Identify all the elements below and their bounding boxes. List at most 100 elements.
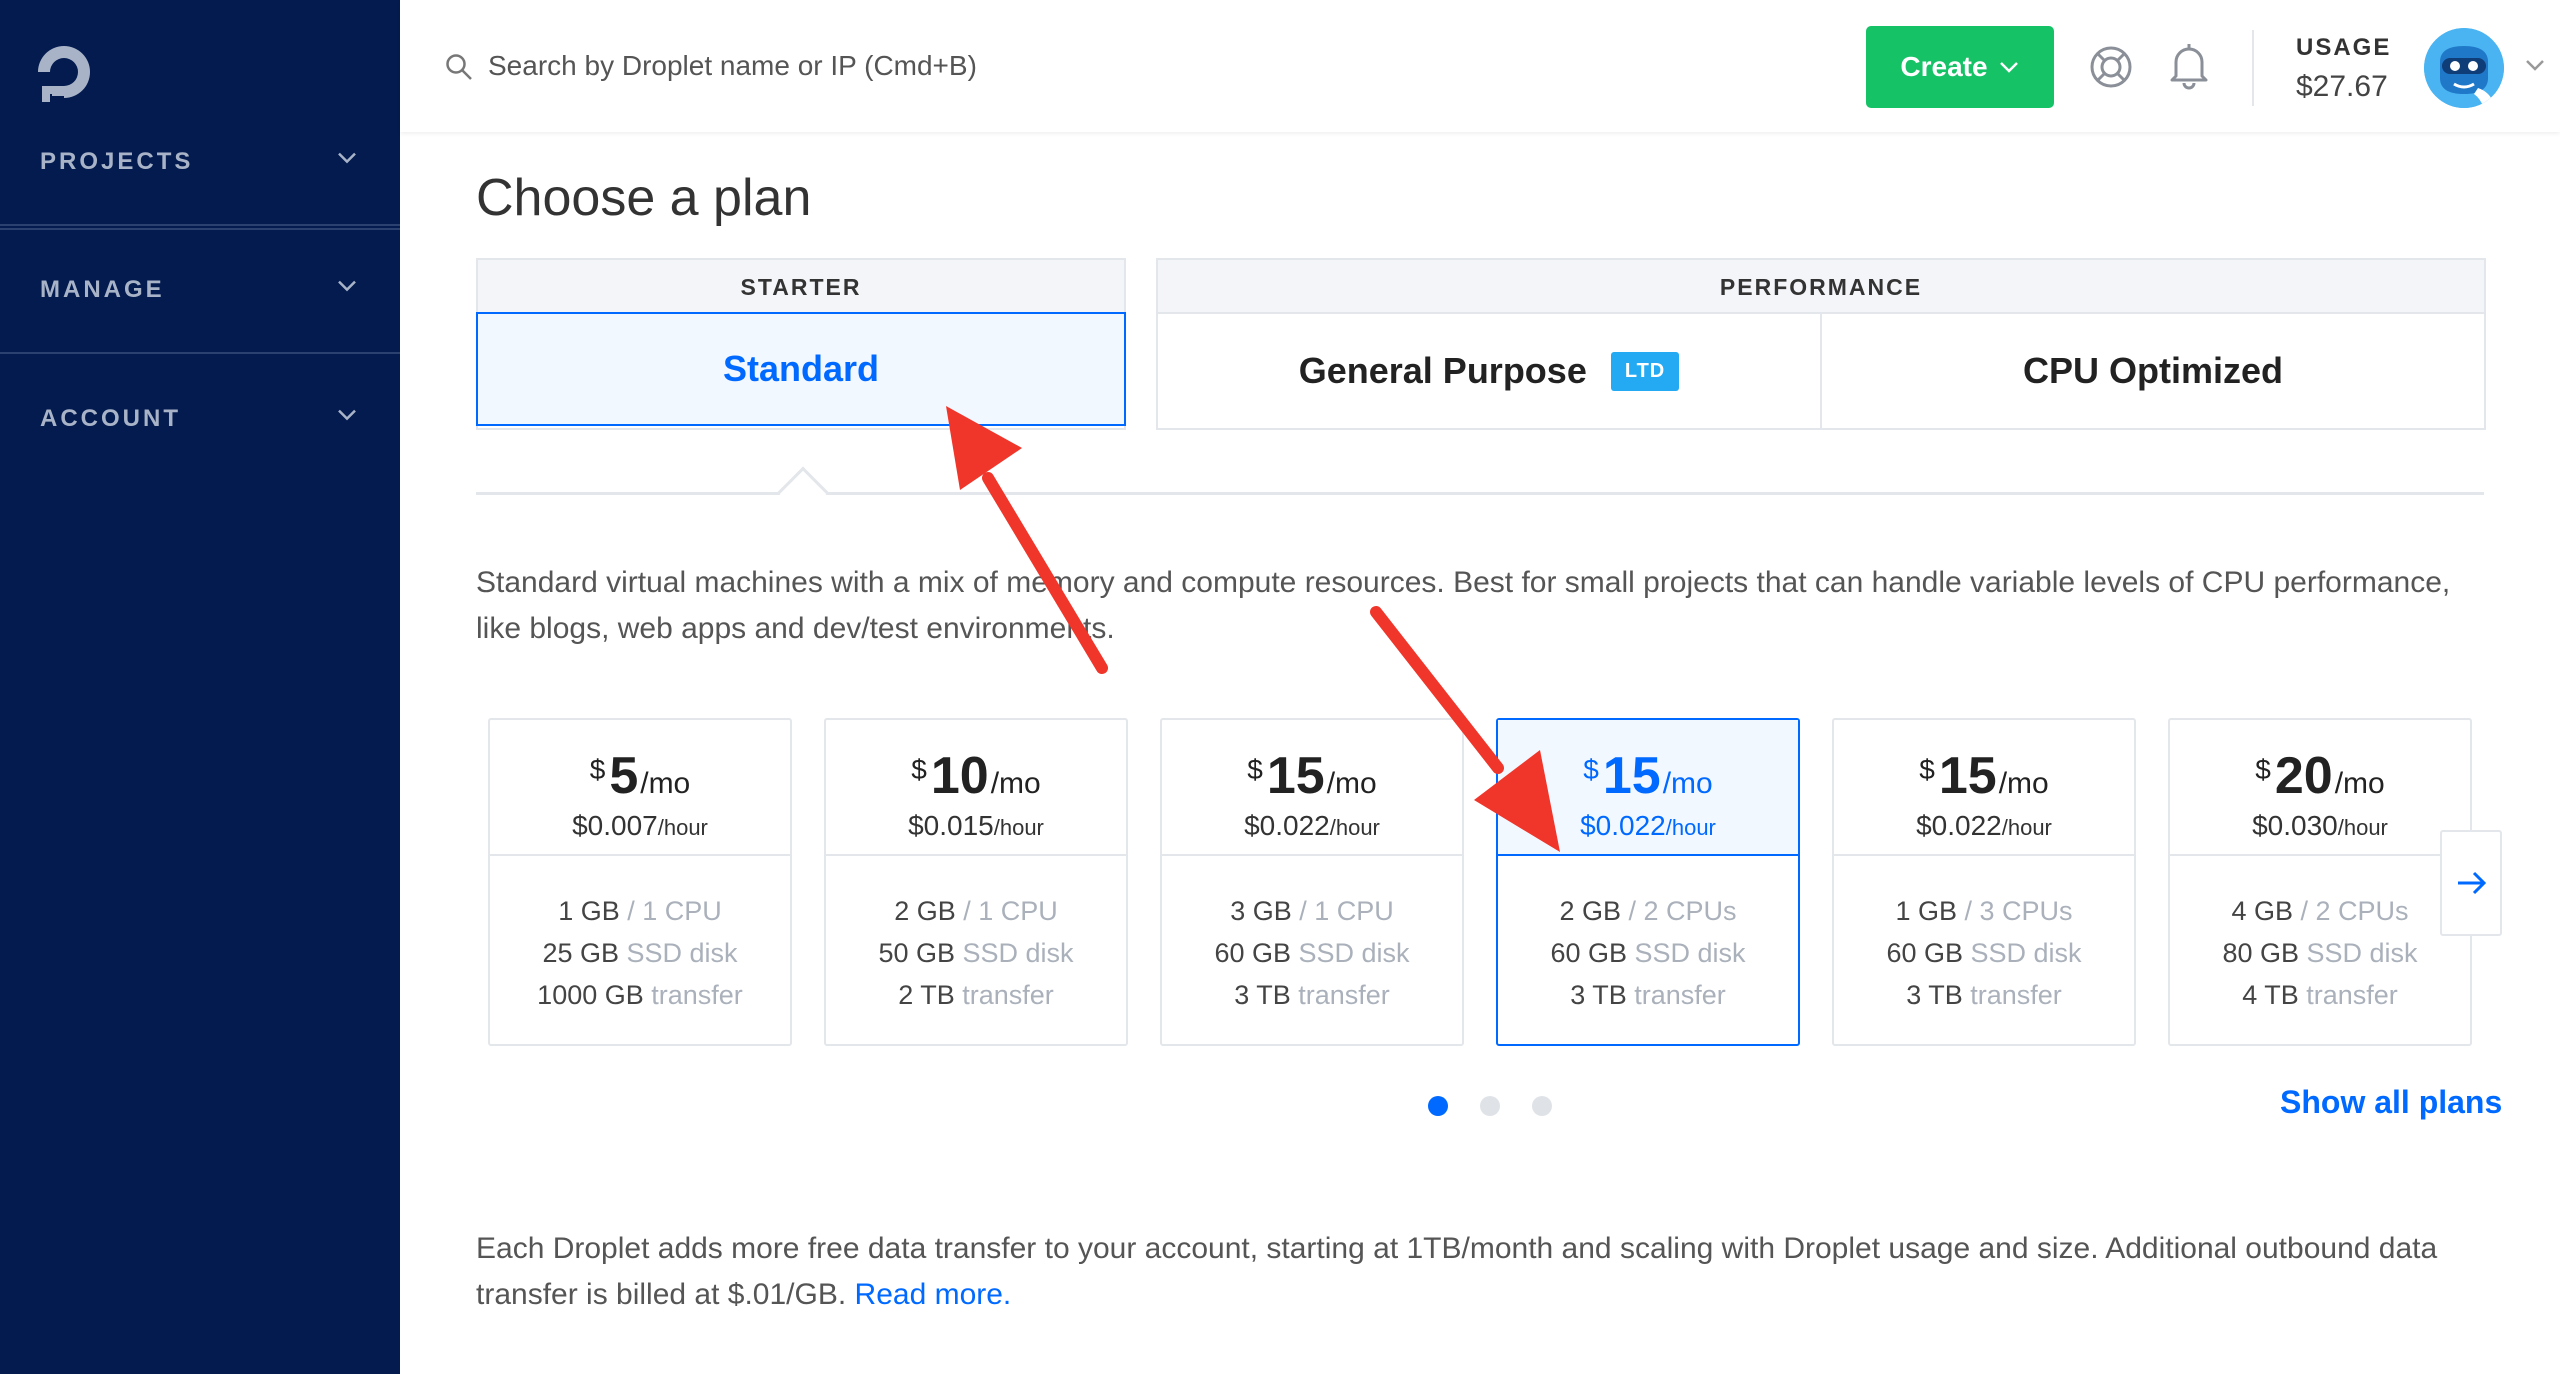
avatar[interactable] (2424, 28, 2504, 108)
create-button[interactable]: Create (1866, 26, 2054, 108)
pagination-dot-1[interactable] (1428, 1096, 1448, 1116)
plan-group-starter: STARTER Standard (476, 258, 1126, 430)
plan-transfer-label: transfer (1634, 980, 1726, 1010)
next-plans-button[interactable] (2440, 830, 2502, 936)
sidebar-item-label: PROJECTS (40, 148, 194, 175)
tab-label: CPU Optimized (2022, 350, 2283, 391)
divider (0, 228, 400, 230)
digitalocean-logo-icon[interactable] (36, 40, 100, 104)
plan-transfer: 1000 GB (537, 980, 644, 1010)
price-period: /mo (2334, 767, 2385, 800)
pagination-dot-3[interactable] (1532, 1096, 1552, 1116)
plan-cpu: / 3 CPUs (1964, 896, 2073, 926)
plan-disk-label: SSD disk (1634, 938, 1746, 968)
monthly-price: 10 (930, 747, 989, 805)
hourly-price: $0.030 (2252, 810, 2338, 841)
plan-disk-label: SSD disk (1298, 938, 1410, 968)
plan-transfer-label: transfer (2306, 980, 2398, 1010)
plan-disk: 25 GB (542, 938, 619, 968)
show-all-plans-link[interactable]: Show all plans (2280, 1084, 2502, 1121)
price-period: /mo (1998, 767, 2049, 800)
plan-cpu: / 1 CPU (627, 896, 722, 926)
plan-specs: 3 GB / 1 CPU 60 GB SSD disk 3 TB transfe… (1162, 856, 1462, 1016)
plan-group-header: STARTER (478, 260, 1124, 314)
currency-symbol: $ (589, 754, 606, 785)
currency-symbol: $ (1919, 754, 1935, 785)
plan-card[interactable]: $15/mo $0.022/hour 3 GB / 1 CPU 60 GB SS… (1160, 718, 1464, 1046)
sidebar-item-account[interactable]: ACCOUNT (0, 356, 400, 482)
monthly-price: 20 (2274, 747, 2333, 805)
chevron-down-icon (338, 409, 356, 421)
plan-card[interactable]: $5/mo $0.007/hour 1 GB / 1 CPU 25 GB SSD… (488, 718, 792, 1046)
tab-label: General Purpose (1298, 350, 1587, 391)
hourly-price: $0.022 (1580, 810, 1666, 841)
create-button-label: Create (1900, 51, 1988, 82)
plan-cpu: / 2 CPUs (1628, 896, 1737, 926)
topbar: Create USAGE $27.67 (400, 0, 2560, 132)
plan-disk: 60 GB (1886, 938, 1963, 968)
currency-symbol: $ (1583, 754, 1599, 785)
currency-symbol: $ (2255, 754, 2271, 785)
plan-transfer: 3 TB (1234, 980, 1291, 1010)
hourly-price: $0.015 (908, 810, 994, 841)
hourly-unit: /hour (657, 815, 708, 840)
search-icon (446, 54, 472, 80)
plan-disk: 60 GB (1214, 938, 1291, 968)
plan-disk-label: SSD disk (2306, 938, 2418, 968)
monthly-price: 15 (1938, 747, 1997, 805)
price-period: /mo (640, 767, 691, 800)
pagination-dots (1428, 1096, 1552, 1116)
tab-standard[interactable]: Standard (476, 312, 1126, 426)
currency-symbol: $ (1247, 754, 1263, 785)
plan-cpu: / 2 CPUs (2300, 896, 2409, 926)
hourly-price: $0.022 (1916, 810, 2002, 841)
plan-cpu: / 1 CPU (1299, 896, 1394, 926)
plan-card[interactable]: $15/mo $0.022/hour 1 GB / 3 CPUs 60 GB S… (1832, 718, 2136, 1046)
plan-card-selected[interactable]: $15/mo $0.022/hour 2 GB / 2 CPUs 60 GB S… (1496, 718, 1800, 1046)
chevron-down-icon (1999, 62, 2018, 73)
usage-label: USAGE (2296, 34, 2392, 61)
price-period: /mo (1326, 767, 1377, 800)
plan-specs: 4 GB / 2 CPUs 80 GB SSD disk 4 TB transf… (2170, 856, 2470, 1016)
hourly-unit: /hour (1665, 815, 1716, 840)
plan-price: $15/mo $0.022/hour (1834, 720, 2134, 856)
help-icon[interactable] (2088, 44, 2134, 90)
plan-price: $20/mo $0.030/hour (2170, 720, 2470, 856)
price-period: /mo (990, 767, 1041, 800)
sidebar: PROJECTS MANAGE ACCOUNT (0, 0, 400, 1374)
plan-disk-label: SSD disk (1970, 938, 2082, 968)
plan-disk: 50 GB (878, 938, 955, 968)
avatar-image (2424, 28, 2504, 108)
monthly-price: 15 (1266, 747, 1325, 805)
price-period: /mo (1662, 767, 1713, 800)
sidebar-item-projects[interactable]: PROJECTS (0, 100, 400, 226)
tab-general-purpose[interactable]: General Purpose LTD (1158, 314, 1822, 428)
plan-card[interactable]: $20/mo $0.030/hour 4 GB / 2 CPUs 80 GB S… (2168, 718, 2472, 1046)
read-more-link[interactable]: Read more. (855, 1278, 1012, 1311)
plan-transfer: 3 TB (1570, 980, 1627, 1010)
bell-icon[interactable] (2166, 40, 2212, 90)
plan-transfer: 3 TB (1906, 980, 1963, 1010)
plan-ram: 2 GB (894, 896, 956, 926)
tab-cpu-optimized[interactable]: CPU Optimized (1822, 314, 2484, 428)
footnote-text: Each Droplet adds more free data transfe… (476, 1232, 2438, 1311)
plan-card[interactable]: $10/mo $0.015/hour 2 GB / 1 CPU 50 GB SS… (824, 718, 1128, 1046)
sidebar-item-manage[interactable]: MANAGE (0, 228, 400, 354)
plan-specs: 2 GB / 1 CPU 50 GB SSD disk 2 TB transfe… (826, 856, 1126, 1016)
plan-specs: 2 GB / 2 CPUs 60 GB SSD disk 3 TB transf… (1498, 856, 1798, 1016)
hourly-unit: /hour (2337, 815, 2388, 840)
plan-cpu: / 1 CPU (963, 896, 1058, 926)
plan-transfer-label: transfer (651, 980, 743, 1010)
hourly-price: $0.022 (1244, 810, 1330, 841)
plan-group-header: PERFORMANCE (1158, 260, 2484, 314)
chevron-down-icon[interactable] (2524, 54, 2546, 76)
search-input[interactable] (488, 42, 1188, 90)
plan-transfer-label: transfer (1970, 980, 2062, 1010)
sidebar-item-label: MANAGE (40, 276, 165, 303)
chevron-down-icon (338, 280, 356, 292)
pagination-dot-2[interactable] (1480, 1096, 1500, 1116)
page-title: Choose a plan (476, 169, 812, 227)
plan-transfer: 4 TB (2242, 980, 2299, 1010)
plan-price: $5/mo $0.007/hour (490, 720, 790, 856)
sidebar-item-label: ACCOUNT (40, 405, 181, 432)
